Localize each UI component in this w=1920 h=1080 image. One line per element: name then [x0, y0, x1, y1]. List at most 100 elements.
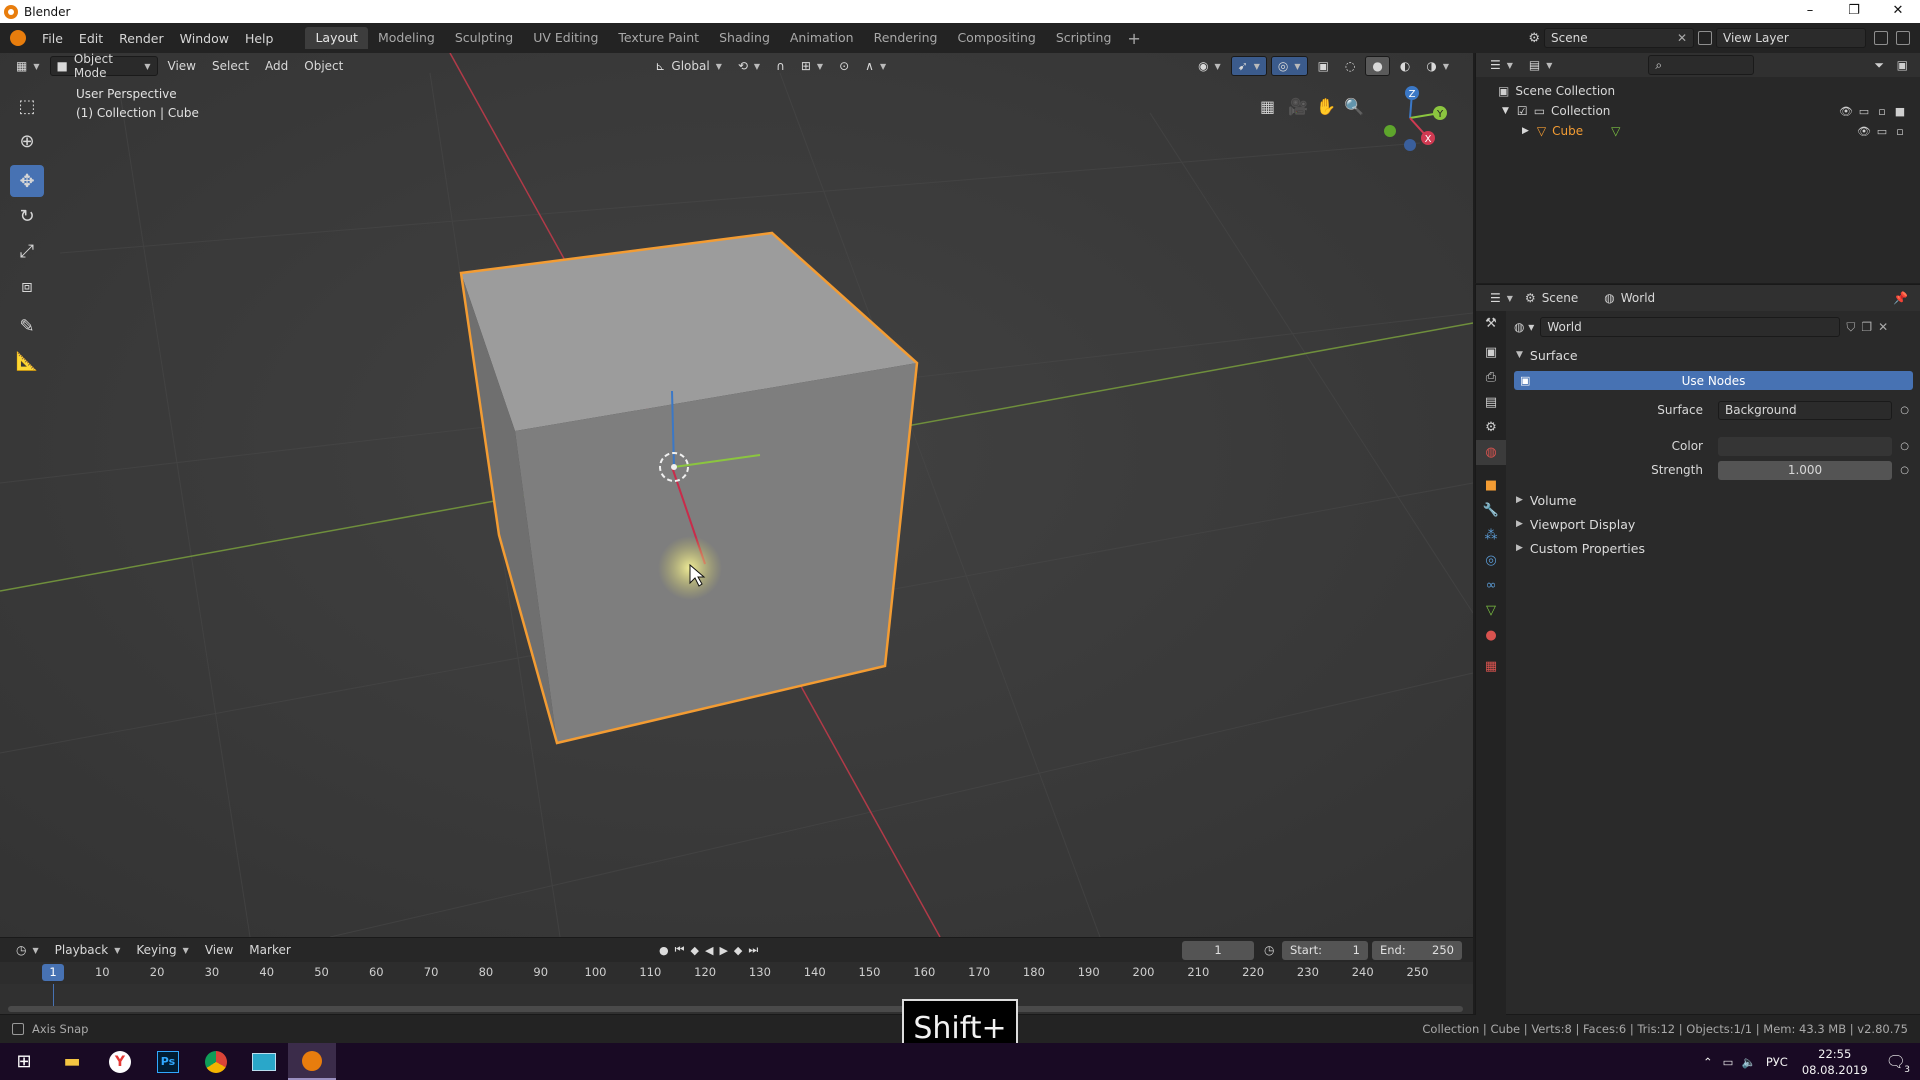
tab-modifiers[interactable]: 🔧	[1476, 498, 1506, 523]
surface-link-icon[interactable]: ○	[1900, 405, 1909, 416]
clock[interactable]: 22:55 08.08.2019	[1802, 1046, 1868, 1078]
tab-render[interactable]: ▣	[1476, 340, 1506, 365]
tab-compositing[interactable]: Compositing	[947, 27, 1045, 49]
mode-selector[interactable]: ■ Object Mode ▼	[49, 53, 158, 80]
surface-shader-selector[interactable]: Background	[1718, 400, 1892, 420]
tab-view-layer[interactable]: ▤	[1476, 390, 1506, 415]
scene-icon[interactable]: ⚙	[1528, 31, 1540, 46]
volume-panel-header[interactable]: ▶ Volume	[1506, 488, 1920, 512]
timeline-menu-playback[interactable]: Playback ▼	[49, 940, 127, 960]
scene-selector[interactable]: Scene ✕	[1544, 28, 1694, 48]
material-shading-button[interactable]: ◐	[1394, 56, 1416, 76]
strength-link-icon[interactable]: ○	[1900, 465, 1909, 476]
menu-file[interactable]: File	[34, 31, 71, 46]
volume-icon[interactable]: 🔈	[1742, 1055, 1756, 1069]
restore-button[interactable]: ❐	[1832, 0, 1876, 23]
axis-gizmo[interactable]: Z Y X	[1370, 83, 1450, 153]
network-icon[interactable]: ▭	[1723, 1055, 1734, 1069]
move-tool[interactable]: ✥	[10, 165, 44, 197]
tab-particles[interactable]: ⁂	[1476, 523, 1506, 548]
prev-keyframe-button[interactable]: ◆	[691, 944, 699, 957]
collection-checkbox-icon[interactable]: ☑	[1517, 104, 1528, 118]
menu-render[interactable]: Render	[111, 31, 172, 46]
view-layer-icon[interactable]	[1698, 31, 1712, 45]
close-button[interactable]: ✕	[1876, 0, 1920, 23]
camera-view-icon[interactable]: 🎥	[1288, 97, 1316, 116]
rotate-tool[interactable]: ↻	[10, 200, 44, 232]
stopwatch-icon[interactable]: ◷	[1264, 943, 1274, 957]
taskbar-chrome[interactable]	[192, 1043, 240, 1080]
color-link-icon[interactable]: ○	[1900, 441, 1909, 452]
timeline-menu-keying[interactable]: Keying ▼	[130, 940, 194, 960]
custom-properties-panel-header[interactable]: ▶ Custom Properties	[1506, 536, 1920, 560]
measure-tool[interactable]: 📐	[10, 345, 44, 377]
blender-menu-icon[interactable]	[10, 30, 26, 46]
use-nodes-button[interactable]: ▣ Use Nodes	[1514, 371, 1913, 390]
scene-close-icon[interactable]: ✕	[1677, 31, 1687, 45]
notifications-button[interactable]: 🗨 3	[1886, 1052, 1910, 1075]
tab-scripting[interactable]: Scripting	[1046, 27, 1122, 49]
tab-material[interactable]: ●	[1476, 623, 1506, 648]
viewport-scene[interactable]	[0, 53, 1473, 937]
visibility-button[interactable]: ◉ ▼	[1192, 56, 1227, 76]
new-view-layer-icon[interactable]	[1874, 31, 1888, 45]
filter-icon[interactable]: ⏷	[1874, 58, 1884, 73]
tab-object[interactable]: ■	[1476, 473, 1506, 498]
snap-target-button[interactable]: ⊞ ▼	[795, 56, 829, 76]
fake-user-shield-icon[interactable]: ⛉	[1846, 320, 1855, 335]
tab-mesh-data[interactable]: ▽	[1476, 598, 1506, 623]
tab-tool[interactable]: ⚒	[1476, 311, 1506, 336]
viewport-menu-view[interactable]: View	[162, 56, 202, 76]
tab-shading[interactable]: Shading	[709, 27, 780, 49]
falloff-button[interactable]: ∧ ▼	[859, 56, 892, 76]
taskbar-photoshop[interactable]: Ps	[144, 1043, 192, 1080]
overlay-toggle[interactable]: ◎ ▼	[1270, 56, 1308, 76]
end-frame-field[interactable]: End: 250	[1372, 940, 1462, 960]
zoom-icon[interactable]: 🔍	[1344, 97, 1372, 116]
outliner-row-cube[interactable]: ▶ ▽ Cube ▽ 👁 ▭ ▫	[1476, 121, 1920, 141]
taskbar-blender[interactable]	[288, 1043, 336, 1080]
next-keyframe-button[interactable]: ◆	[734, 944, 742, 957]
rendered-shading-button[interactable]: ◑ ▼	[1420, 56, 1455, 76]
menu-window[interactable]: Window	[172, 31, 237, 46]
editor-type-button[interactable]: ▦ ▼	[10, 56, 46, 76]
timeline-ruler[interactable]: 1 10 20 30 40 50 60 70 80 90 100 110 120 130 140 150 160…	[0, 962, 1473, 984]
menu-help[interactable]: Help	[237, 31, 282, 46]
tab-texture[interactable]: ▦	[1476, 654, 1506, 679]
collection-expand-icon[interactable]: ▼	[1502, 106, 1509, 116]
tab-sculpting[interactable]: Sculpting	[445, 27, 523, 49]
start-button[interactable]: ⊞	[0, 1043, 48, 1080]
record-button[interactable]: ●	[659, 944, 669, 957]
select-box-tool[interactable]: ⬚	[10, 90, 44, 122]
viewport-menu-select[interactable]: Select	[206, 56, 255, 76]
timeline-menu-view[interactable]: View	[199, 940, 239, 960]
play-button[interactable]: ▶	[719, 944, 727, 957]
surface-panel-header[interactable]: ▼ Surface	[1506, 343, 1920, 367]
unlink-world-icon[interactable]: ✕	[1878, 320, 1888, 334]
tab-constraints[interactable]: ∞	[1476, 573, 1506, 598]
tab-world[interactable]: ◍	[1476, 440, 1506, 465]
current-frame-field[interactable]: 1	[1182, 940, 1254, 960]
3d-viewport[interactable]: ▦ ▼ ■ Object Mode ▼ View Select Add Object…	[0, 53, 1473, 937]
cube-render-camera-icon[interactable]: ▫	[1891, 125, 1909, 138]
tab-uv-editing[interactable]: UV Editing	[523, 27, 608, 49]
pin-icon[interactable]: 📌	[1893, 291, 1908, 305]
mesh-data-icon[interactable]: ▽	[1611, 124, 1620, 138]
wireframe-shading-button[interactable]: ◌	[1339, 56, 1361, 76]
world-browse-icon[interactable]: ◍ ▾	[1514, 320, 1534, 334]
tab-output[interactable]: ⎙	[1476, 365, 1506, 390]
current-frame-marker[interactable]: 1	[42, 964, 64, 981]
tab-modeling[interactable]: Modeling	[368, 27, 445, 49]
strength-field[interactable]: 1.000	[1718, 460, 1892, 480]
outliner-search-input[interactable]: ⌕	[1648, 55, 1755, 75]
view-layer-selector[interactable]: View Layer	[1716, 28, 1866, 48]
taskbar-screen-capture[interactable]	[240, 1043, 288, 1080]
tab-physics[interactable]: ◎	[1476, 548, 1506, 573]
collection-viewport-monitor-icon[interactable]: ▭	[1855, 105, 1873, 118]
toggle-camera-grid-icon[interactable]: ▦	[1260, 97, 1288, 116]
properties-editor-type[interactable]: ☰ ▼	[1484, 288, 1519, 308]
viewport-display-panel-header[interactable]: ▶ Viewport Display	[1506, 512, 1920, 536]
timeline-track[interactable]	[0, 984, 1473, 1014]
snap-toggle[interactable]: ∩	[770, 56, 791, 76]
outliner-editor-type[interactable]: ☰ ▼	[1484, 55, 1519, 75]
